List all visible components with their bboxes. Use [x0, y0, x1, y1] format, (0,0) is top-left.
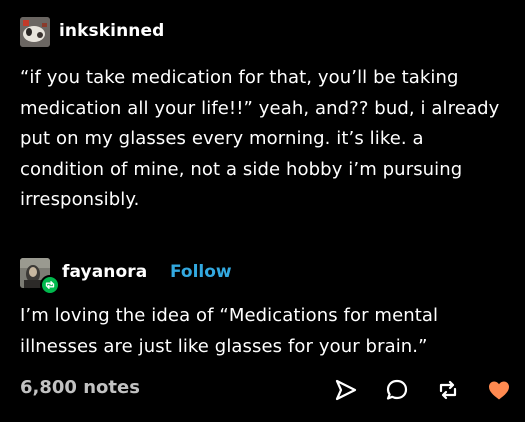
original-post-text: “if you take medication for that, you’ll… — [20, 67, 500, 210]
share-icon[interactable] — [332, 376, 360, 404]
original-poster-username[interactable]: inkskinned — [59, 21, 164, 41]
reblogger-username[interactable]: fayanora — [62, 262, 147, 282]
inkskinned-avatar[interactable] — [20, 17, 50, 47]
like-heart-icon[interactable] — [485, 376, 513, 404]
notes-count[interactable]: 6,800 notes — [20, 377, 140, 398]
reblog-badge-icon — [40, 275, 60, 295]
follow-button[interactable]: Follow — [170, 262, 232, 282]
reblog-text: I’m loving the idea of “Medications for … — [20, 305, 439, 357]
reply-icon[interactable] — [383, 376, 411, 404]
reblog-icon[interactable] — [434, 376, 462, 404]
tumblr-post: inkskinned “if you take medication for t… — [0, 0, 525, 422]
